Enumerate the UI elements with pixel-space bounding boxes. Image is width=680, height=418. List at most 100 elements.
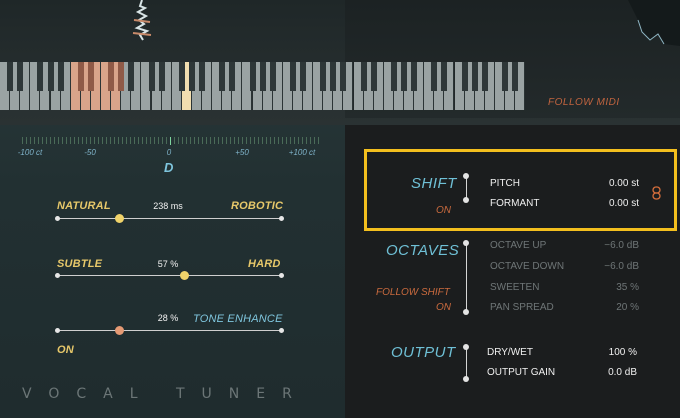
black-key[interactable] [148, 62, 155, 91]
humanize-value: 57 % [157, 259, 179, 269]
tone-enhance-track[interactable] [57, 330, 281, 331]
black-key[interactable] [108, 62, 115, 91]
meter-tick [250, 137, 251, 144]
meter-tick [50, 137, 51, 144]
waveform-graphic [132, 0, 152, 41]
meter-tick [30, 137, 31, 144]
black-key[interactable] [431, 62, 438, 91]
black-key[interactable] [512, 62, 519, 91]
meter-tick [194, 137, 195, 144]
dry-wet-label: DRY/WET [487, 347, 533, 358]
octaves-title: OCTAVES [386, 242, 460, 259]
plugin-title: VOCAL TUNER [22, 386, 309, 402]
black-key[interactable] [158, 62, 165, 91]
natural-label: NATURAL [57, 200, 111, 212]
hard-label: HARD [248, 258, 281, 270]
retune-speed-track[interactable] [57, 218, 281, 219]
track-start-dot [55, 216, 60, 221]
sweeten-value[interactable]: 35 % [579, 282, 639, 293]
meter-tick [238, 137, 239, 144]
meter-tick [254, 137, 255, 144]
meter-tick [190, 137, 191, 144]
black-key[interactable] [411, 62, 418, 91]
meter-tick [258, 137, 259, 144]
follow-midi-toggle[interactable]: FOLLOW MIDI [548, 97, 620, 108]
shift-highlight-box [364, 149, 677, 231]
black-key[interactable] [401, 62, 407, 91]
meter-tick [102, 137, 103, 144]
meter-tick [198, 137, 199, 144]
vocal-tuner-plugin: FOLLOW MIDI -100 ct -50 0 +50 +100 ct D … [0, 0, 680, 418]
black-key[interactable] [7, 62, 14, 91]
dry-wet-value[interactable]: 100 % [577, 347, 637, 358]
meter-tick [222, 137, 223, 144]
meter-tick [122, 137, 123, 144]
track-start-dot [55, 273, 60, 278]
black-key[interactable] [188, 62, 195, 91]
black-key[interactable] [229, 62, 236, 91]
black-key[interactable] [330, 62, 337, 91]
meter-tick [270, 137, 271, 144]
output-gain-value[interactable]: 0.0 dB [577, 367, 637, 378]
meter-tick [262, 137, 263, 144]
black-key[interactable] [259, 62, 266, 91]
black-key[interactable] [320, 62, 327, 91]
cents-label-minus-100: -100 ct [17, 148, 43, 157]
meter-tick [86, 137, 87, 144]
black-key[interactable] [37, 62, 44, 91]
output-gain-label: OUTPUT GAIN [487, 367, 556, 378]
meter-tick [62, 137, 63, 144]
black-key[interactable] [17, 62, 24, 91]
black-key[interactable] [199, 62, 205, 91]
black-key[interactable] [390, 62, 397, 91]
octave-down-value[interactable]: −6.0 dB [579, 261, 639, 272]
black-key[interactable] [360, 62, 367, 91]
black-key[interactable] [57, 62, 64, 91]
black-key[interactable] [219, 62, 226, 91]
output-bracket-dot [463, 344, 469, 350]
meter-tick [82, 137, 83, 144]
meter-tick [246, 137, 247, 144]
meter-tick [318, 137, 319, 144]
output-bracket-dot [463, 376, 469, 382]
black-key[interactable] [340, 62, 347, 91]
black-key[interactable] [461, 62, 468, 91]
octaves-bracket-dot [463, 309, 469, 315]
tone-enhance-value: 28 % [157, 313, 179, 323]
humanize-track[interactable] [57, 275, 281, 276]
black-key[interactable] [128, 62, 135, 91]
meter-tick [146, 137, 147, 144]
meter-tick [158, 137, 159, 144]
output-title: OUTPUT [391, 344, 456, 361]
black-key[interactable] [289, 62, 296, 91]
meter-tick [126, 137, 127, 144]
meter-tick [114, 137, 115, 144]
black-key[interactable] [77, 62, 84, 91]
black-key[interactable] [178, 62, 185, 91]
octaves-on-toggle[interactable]: ON [436, 302, 451, 313]
black-key[interactable] [269, 62, 276, 91]
piano-keyboard[interactable] [0, 62, 526, 110]
octave-up-value[interactable]: −6.0 dB [579, 240, 639, 251]
meter-tick [74, 137, 75, 144]
black-key[interactable] [370, 62, 377, 91]
black-key[interactable] [118, 62, 125, 91]
tone-enhance-on-toggle[interactable]: ON [57, 344, 74, 356]
black-key[interactable] [481, 62, 488, 91]
pan-spread-value[interactable]: 20 % [579, 302, 639, 313]
black-key[interactable] [249, 62, 256, 91]
meter-tick [178, 137, 179, 144]
meter-tick [174, 137, 175, 144]
black-key[interactable] [300, 62, 306, 91]
black-key[interactable] [502, 62, 508, 91]
black-key[interactable] [47, 62, 54, 91]
black-key[interactable] [441, 62, 448, 91]
black-key[interactable] [87, 62, 94, 91]
octave-up-label: OCTAVE UP [490, 240, 547, 251]
meter-tick [298, 137, 299, 144]
follow-shift-label[interactable]: FOLLOW SHIFT [376, 287, 450, 298]
black-key[interactable] [471, 62, 478, 91]
meter-tick [98, 137, 99, 144]
meter-tick [314, 137, 315, 144]
meter-tick [266, 137, 267, 144]
